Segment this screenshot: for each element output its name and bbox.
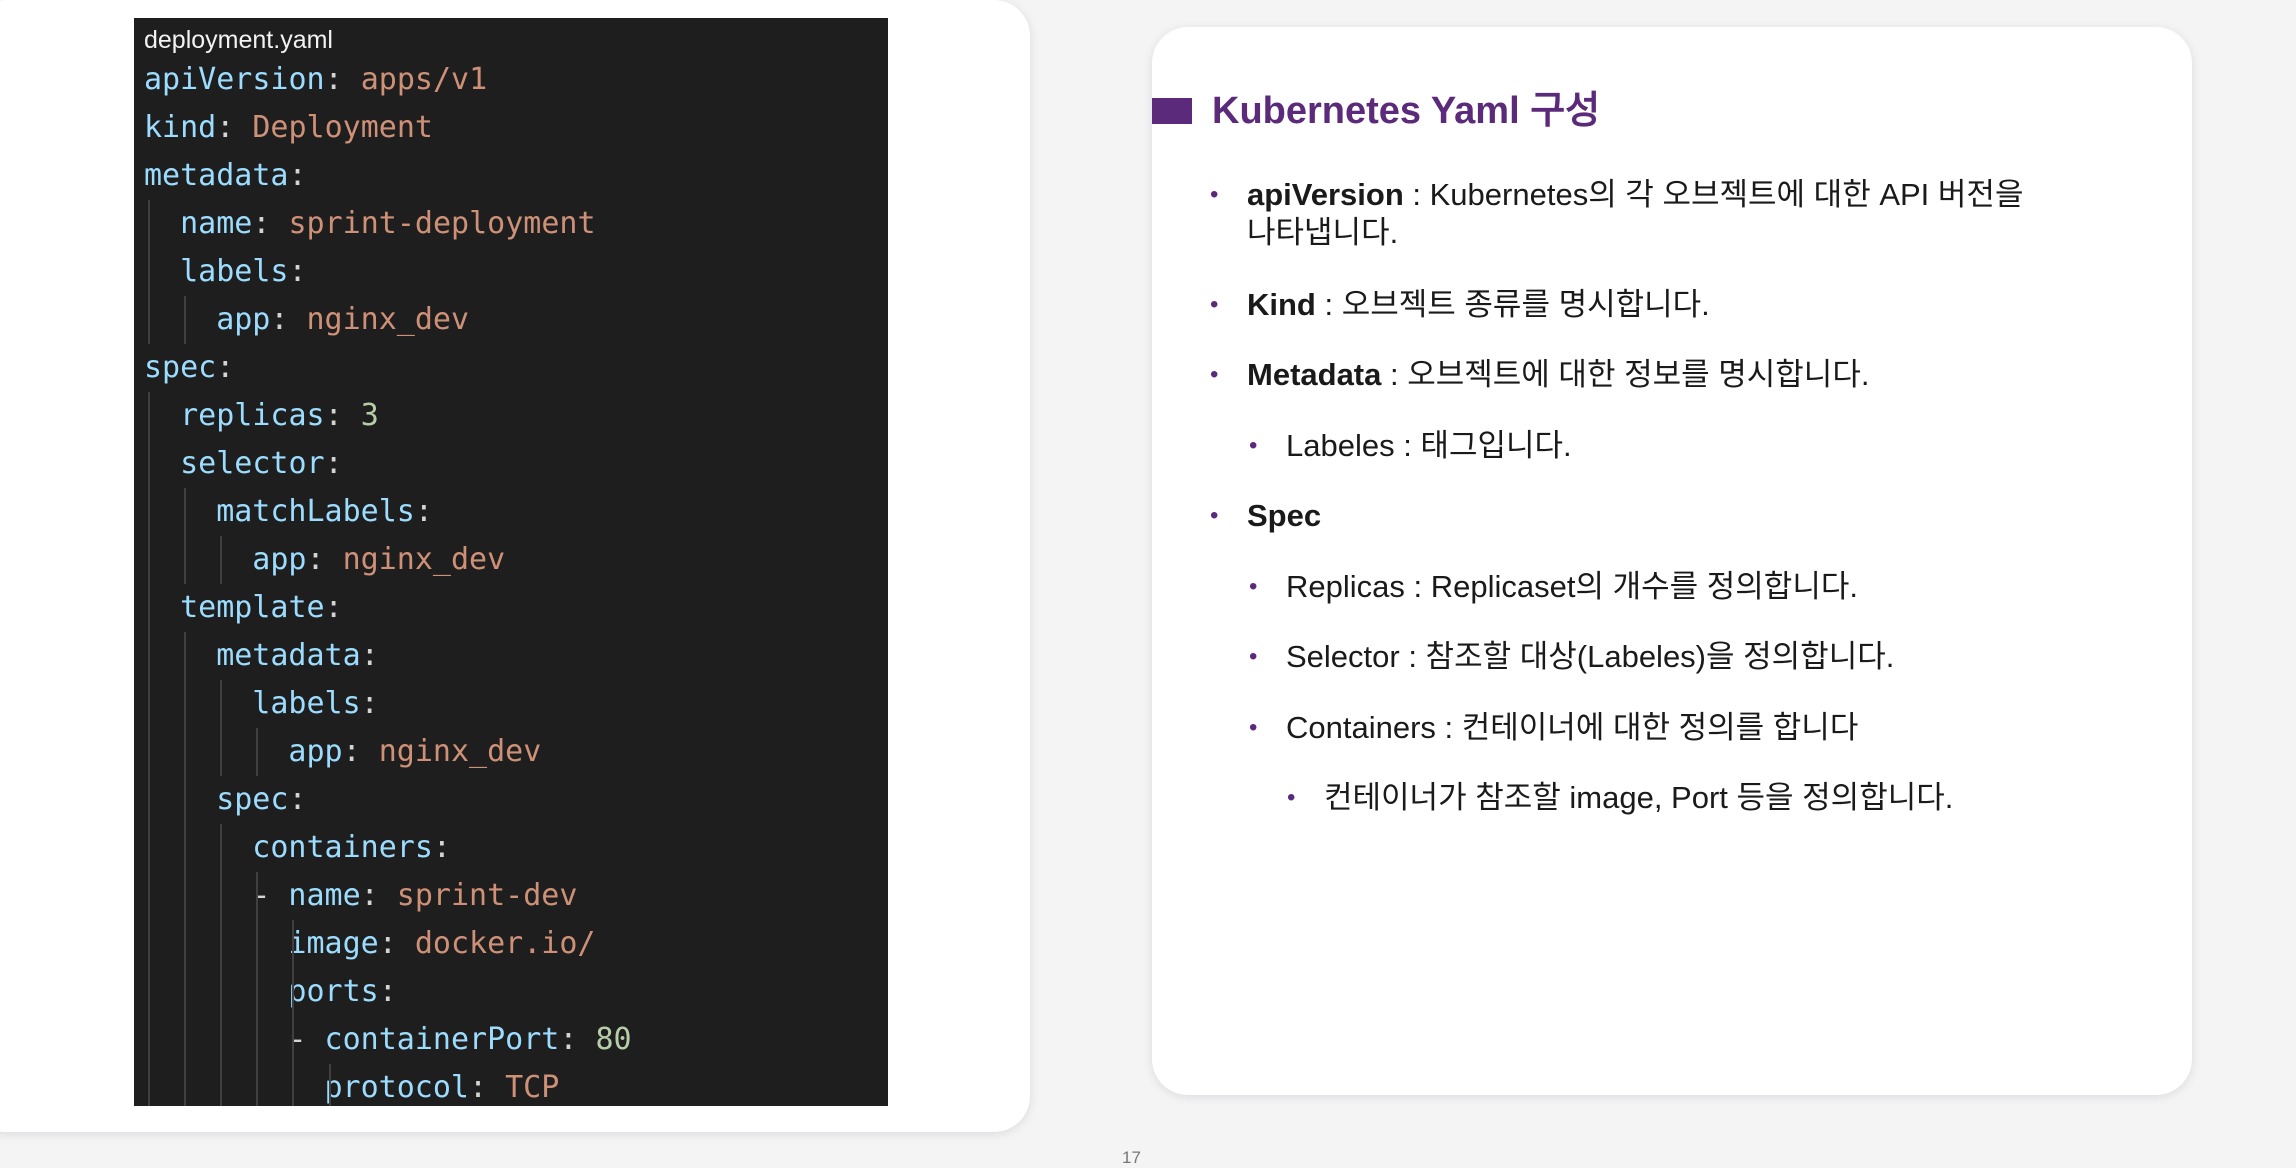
bullet-dot: • — [1287, 784, 1296, 811]
indent-guide — [220, 824, 223, 1106]
code-line: spec: — [216, 782, 307, 817]
code-line: app: nginx_dev — [216, 302, 470, 337]
bullet-dot: • — [1210, 502, 1219, 529]
code-line: kind: Deployment — [144, 110, 433, 145]
indent-guide — [256, 728, 259, 776]
code-filename: deployment.yaml — [144, 26, 333, 54]
code-line: labels: — [252, 686, 379, 721]
bullet-dot: • — [1210, 181, 1219, 208]
code-line: app: nginx_dev — [288, 734, 542, 769]
indent-guide — [148, 200, 150, 344]
code-line: name: sprint-deployment — [180, 206, 596, 241]
code-line: replicas: 3 — [180, 398, 379, 433]
code-line: app: nginx_dev — [252, 542, 506, 577]
indent-guide — [328, 1064, 331, 1106]
code-line: protocol: TCP — [324, 1070, 560, 1105]
code-line: - name: sprint-dev — [252, 878, 578, 913]
indent-guide — [220, 536, 223, 584]
code-editor: deployment.yaml apiVersion: apps/v1 kind:… — [134, 18, 888, 1106]
indent-guide — [292, 920, 295, 1106]
code-line: image: docker.io/ — [288, 926, 596, 961]
code-line: metadata: — [144, 158, 307, 193]
indent-guide — [184, 488, 187, 584]
slide-title: Kubernetes Yaml 구성 — [1212, 90, 1601, 132]
bullet-dot: • — [1210, 291, 1219, 318]
indent-guide — [256, 872, 259, 1106]
code-line: metadata: — [216, 638, 379, 673]
code-line: apiVersion: apps/v1 — [144, 62, 488, 97]
code-line: ports: — [288, 974, 397, 1009]
code-line: matchLabels: — [216, 494, 433, 529]
bullet-dot: • — [1249, 432, 1258, 459]
title-marker — [1152, 98, 1192, 124]
code-line: - containerPort: 80 — [288, 1022, 632, 1057]
code-line: labels: — [180, 254, 307, 289]
page-number: 17 — [1122, 1148, 1141, 1167]
indent-guide — [184, 296, 187, 344]
bullet-dot: • — [1249, 714, 1258, 741]
code-line: selector: — [180, 446, 343, 481]
bullet-dot: • — [1249, 643, 1258, 670]
indent-guide — [148, 392, 150, 1106]
code-line: spec: — [144, 350, 235, 385]
code-line: template: — [180, 590, 343, 625]
code-line: containers: — [252, 830, 451, 865]
indent-guide — [220, 680, 223, 776]
indent-guide — [184, 632, 187, 1106]
bullet-dot: • — [1249, 573, 1258, 600]
bullet-dot: • — [1210, 361, 1219, 388]
bullet-continuation: 나타냅니다. — [1247, 215, 1399, 250]
